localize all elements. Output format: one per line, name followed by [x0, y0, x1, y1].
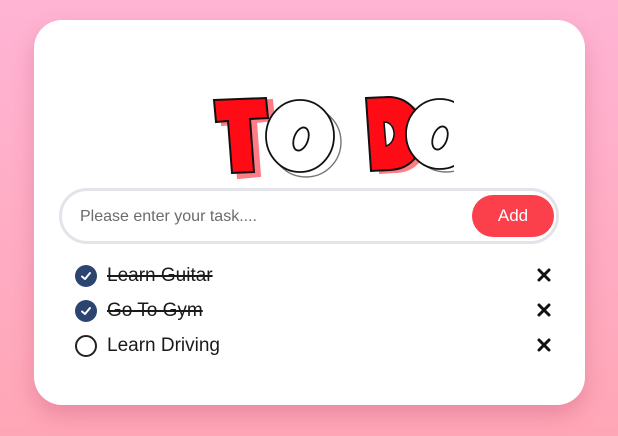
checked-circle-icon[interactable]	[75, 264, 97, 287]
todo-logo	[212, 95, 454, 180]
task-list: Learn Guitar Go To Gym Learn Driving	[75, 258, 555, 363]
task-item: Go To Gym	[75, 293, 555, 328]
task-input[interactable]	[78, 201, 462, 233]
add-button[interactable]: Add	[472, 195, 554, 237]
checked-circle-icon[interactable]	[75, 299, 97, 322]
task-label[interactable]: Go To Gym	[107, 300, 203, 322]
close-icon[interactable]	[535, 301, 553, 319]
task-item: Learn Driving	[75, 328, 555, 363]
close-icon[interactable]	[535, 336, 553, 354]
unchecked-circle-icon[interactable]	[75, 334, 97, 357]
task-item: Learn Guitar	[75, 258, 555, 293]
task-label[interactable]: Learn Guitar	[107, 265, 213, 287]
close-icon[interactable]	[535, 266, 553, 284]
task-label[interactable]: Learn Driving	[107, 335, 220, 357]
task-input-wrapper: Add	[59, 188, 559, 244]
todo-card: Add Learn Guitar Go To Gym	[34, 20, 585, 405]
